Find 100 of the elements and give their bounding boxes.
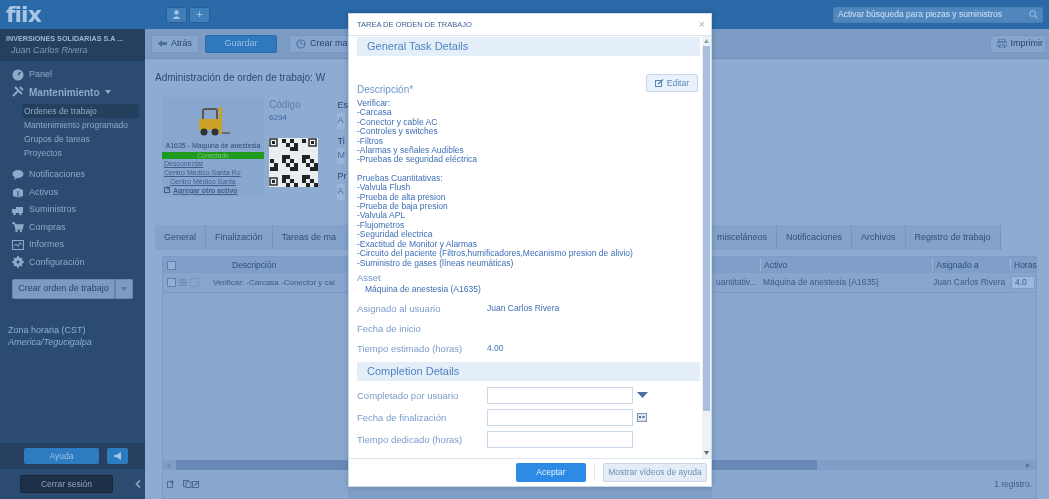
- copy-icon[interactable]: [183, 480, 192, 488]
- help-videos-button[interactable]: Mostrar vídeos de ayuda: [603, 463, 707, 482]
- column-header: Activo: [760, 258, 933, 272]
- arrow-up-icon[interactable]: [704, 39, 709, 43]
- scrollbar[interactable]: [702, 36, 711, 458]
- announcement-button[interactable]: [107, 448, 128, 464]
- edit-icon[interactable]: [192, 480, 200, 488]
- field-label: Fecha de finalización: [357, 410, 448, 425]
- calendar-icon[interactable]: [637, 413, 647, 423]
- arrow-right-icon[interactable]: [1026, 462, 1030, 468]
- nav-item[interactable]: Suministros: [0, 201, 145, 219]
- logout-button[interactable]: Cerrar sesión: [20, 475, 113, 493]
- nav-subitem[interactable]: Ordenes de trabajo: [22, 104, 139, 118]
- nav-item[interactable]: Compras: [0, 218, 145, 236]
- nav-subitem[interactable]: Grupos de tareas: [22, 132, 139, 146]
- field-label: Ti: [337, 134, 346, 148]
- search-placeholder: Activar búsqueda para piezas y suministros: [838, 8, 1003, 21]
- nav-item[interactable]: Configuración: [0, 253, 145, 271]
- scrollbar-thumb[interactable]: [703, 46, 710, 411]
- field-value: 4.00: [487, 342, 504, 356]
- table-cell-text: Máquina de anestesia (A1635): [762, 276, 880, 289]
- scrollbar[interactable]: [712, 460, 1036, 470]
- field-label: Tiempo estimado (horas): [357, 341, 464, 356]
- section-header: Completion Details: [357, 361, 700, 381]
- create-button[interactable]: Crear ma: [289, 34, 348, 53]
- close-button[interactable]: ×: [698, 19, 705, 30]
- description-line: -Alarmas y señales Audibles: [357, 146, 464, 156]
- scrollbar-thumb[interactable]: [712, 460, 817, 470]
- field-label: Es: [337, 99, 348, 112]
- column-header: Asignado a: [932, 258, 1010, 272]
- nav-item[interactable]: Activos: [0, 183, 145, 201]
- code-value: 6294: [269, 112, 288, 124]
- description-line: -Pruebas de seguridad eléctrica: [357, 155, 478, 165]
- table-cell-text: Juan Carlos Rivera: [933, 276, 1007, 289]
- nav-subitem[interactable]: Proyectos: [22, 146, 139, 160]
- field-label: Fecha de inicio: [357, 321, 422, 336]
- user-icon: [171, 10, 181, 19]
- description-line: -Circuito del paciente (Filtros,humificadores,Mecanismo presion de alivio): [357, 249, 634, 259]
- save-button[interactable]: Guardar: [205, 34, 277, 53]
- description-line: Verificar:: [357, 99, 392, 109]
- description-line: Pruebas Cuantitativas:: [357, 173, 444, 183]
- description-line: -Suministro de gases (líneas neumáticas): [357, 258, 514, 268]
- field-label: Completado por usuario: [357, 388, 460, 403]
- description-line: -Prueba de alta presion: [357, 192, 446, 203]
- box-icon: [12, 186, 24, 199]
- create-work-order-button[interactable]: Crear orden de trabajo: [12, 279, 115, 299]
- field-value: Máquina de anestesia (A1635): [364, 282, 482, 296]
- search-field[interactable]: Activar búsqueda para piezas y suministros: [833, 6, 1043, 23]
- caret-icon[interactable]: [637, 392, 648, 400]
- timezone-value: America/Tegucigalpa: [8, 336, 93, 348]
- help-button[interactable]: Ayuda: [24, 448, 99, 464]
- edit-icon: [654, 79, 664, 87]
- back-button[interactable]: Atrás: [151, 34, 199, 53]
- edit-button[interactable]: Editar: [645, 74, 698, 92]
- logo: fiix: [6, 1, 41, 29]
- nav-subitem[interactable]: Mantenimiento programado: [22, 118, 139, 132]
- menu-icon[interactable]: [179, 279, 187, 286]
- input-field[interactable]: [487, 409, 633, 427]
- field-label: Tiempo dedicado (horas): [357, 432, 464, 447]
- print-button[interactable]: Imprimir: [989, 34, 1045, 53]
- field-value: M: [337, 148, 346, 164]
- description-line: -Valvula APL: [357, 211, 406, 221]
- hours-field[interactable]: 4.0: [1011, 276, 1035, 289]
- accept-button[interactable]: Aceptar: [516, 463, 586, 482]
- field-label: Asignado al usuario: [357, 301, 442, 316]
- field-label: Pr: [337, 170, 348, 183]
- nav-item[interactable]: Panel: [0, 66, 145, 84]
- clock-icon: [296, 38, 306, 49]
- caret-icon: [121, 287, 127, 291]
- input-field[interactable]: [487, 387, 633, 405]
- input-field[interactable]: [487, 431, 633, 449]
- dropdown-button[interactable]: [115, 279, 133, 299]
- field-label: Descripción*: [357, 83, 414, 97]
- arrow-down-icon[interactable]: [704, 451, 709, 455]
- column-header: Horas: [1010, 258, 1036, 272]
- add-row-icon[interactable]: [167, 480, 175, 488]
- description-line: -Seguridad electrica: [357, 230, 433, 240]
- add-button[interactable]: +: [188, 6, 210, 23]
- printer-icon: [996, 39, 1007, 48]
- search-icon: [1029, 10, 1038, 19]
- user-button[interactable]: [165, 6, 187, 23]
- collapse-icon[interactable]: [135, 480, 141, 488]
- qr-code-icon: [269, 138, 318, 187]
- chart-icon: [12, 238, 24, 251]
- user-name: Juan Carlos Rivera: [10, 44, 89, 57]
- drag-handle-icon[interactable]: [190, 278, 199, 287]
- record-count: 1 registro.: [994, 477, 1032, 491]
- description-line: -Prueba de baja presion: [357, 202, 449, 212]
- add-icon: [164, 185, 171, 193]
- checkbox[interactable]: [167, 278, 176, 287]
- description-line: -Filtros: [357, 136, 384, 146]
- table-cell-text: uantitativ...: [716, 276, 758, 289]
- field-value: A: [337, 112, 346, 129]
- nav-item[interactable]: Notificaciones: [0, 166, 145, 184]
- nav-item[interactable]: Informes: [0, 236, 145, 254]
- timezone-label: Zona horaria (CST): [8, 324, 87, 336]
- cart-icon: [12, 221, 24, 234]
- checkbox[interactable]: [167, 260, 176, 270]
- caret-icon[interactable]: [104, 89, 111, 96]
- nav-item[interactable]: Mantenimiento: [0, 83, 145, 101]
